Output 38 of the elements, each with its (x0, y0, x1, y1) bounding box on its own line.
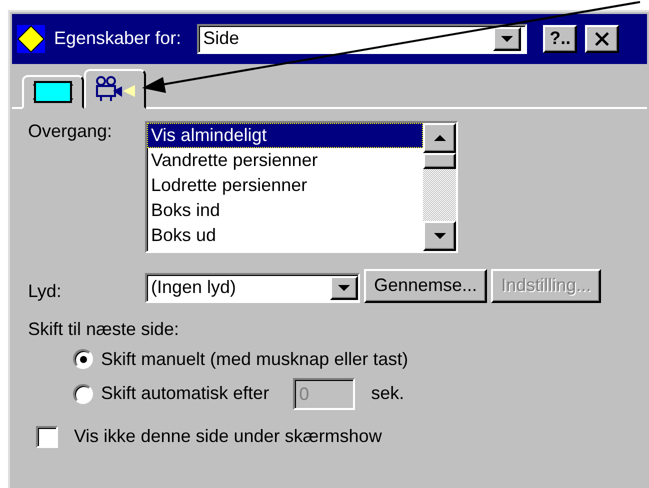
radio-label: Skift automatisk efter (101, 383, 270, 405)
browse-button[interactable]: Gennemse... (364, 269, 488, 303)
list-item[interactable]: Boks ind (147, 198, 423, 223)
sound-label: Lyd: (28, 281, 62, 303)
tab[interactable] (22, 75, 84, 109)
tab[interactable] (84, 69, 146, 109)
down-arrow-icon (432, 231, 446, 241)
sound-select[interactable]: (Ingen lyd) (145, 273, 360, 303)
help-button[interactable]: ?.. (543, 25, 578, 53)
movie-camera-icon (93, 75, 137, 103)
dropdown-button[interactable] (330, 276, 358, 300)
diamond-icon (16, 24, 46, 54)
radio-button[interactable] (73, 349, 93, 370)
close-icon (594, 31, 610, 47)
scroll-thumb[interactable] (423, 153, 456, 169)
caret-icon (337, 283, 351, 293)
checkbox[interactable] (36, 426, 58, 448)
dropdown-button[interactable] (493, 27, 522, 51)
up-arrow-icon (432, 133, 446, 143)
radio-button[interactable] (73, 384, 93, 404)
scrollbar[interactable] (423, 123, 456, 251)
object-select[interactable]: Side (197, 24, 528, 54)
advance-label: Skift til næste side: (28, 319, 180, 341)
title-label: Egenskaber for: (54, 28, 182, 50)
list-item[interactable]: Vis almindeligt (147, 123, 423, 148)
unit-label: sek. (371, 383, 404, 405)
monitor-icon (33, 80, 73, 104)
transition-list[interactable]: Vis almindeligt Vandrette persienner Lodrette persienner Boks ind Boks ud (145, 121, 458, 253)
transition-label: Overgang: (28, 121, 114, 143)
caret-icon (500, 34, 514, 44)
scroll-down-button[interactable] (423, 221, 456, 251)
list-item[interactable]: Lodrette persienner (147, 173, 423, 198)
list-item[interactable]: Vandrette persienner (147, 148, 423, 173)
checkbox-label: Vis ikke denne side under skærmshow (74, 426, 382, 448)
list-item[interactable]: Boks ud (147, 223, 423, 248)
close-button[interactable] (585, 25, 620, 53)
radio-label: Skift manuelt (med musknap eller tast) (101, 348, 408, 370)
scroll-up-button[interactable] (423, 123, 456, 153)
